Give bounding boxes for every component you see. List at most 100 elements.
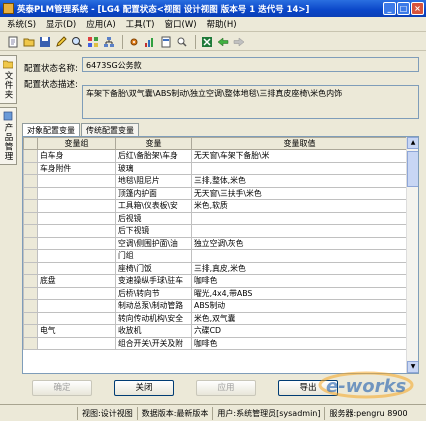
row-number-cell[interactable] [23,236,38,250]
config-name-field[interactable]: 6473SG公务款 [82,57,419,72]
table-row[interactable]: 后视镜 [23,211,408,225]
row-number-cell[interactable] [23,224,38,238]
menu-system[interactable]: 系统(S) [2,18,41,30]
row-number-cell[interactable] [23,261,38,275]
edit-icon[interactable] [54,35,68,49]
table-row[interactable]: 后桥\转向节 曜光,4x4,带ABS [23,286,408,300]
variable-value-cell[interactable]: 三排,真皮,米色 [191,261,408,275]
chart-icon[interactable] [143,35,157,49]
variable-value-cell[interactable]: 无天窗\三扶手\米色 [191,186,408,200]
variable-cell[interactable]: 空调\侧围护面\油 [115,236,192,250]
variable-cell[interactable]: 转向传动机构\安全 [115,311,192,325]
menu-help[interactable]: 帮助(H) [202,18,242,30]
report-icon[interactable] [159,35,173,49]
column-header-value[interactable]: 变量取值 [191,137,408,150]
variable-cell[interactable]: 工具箱\仪表板\安 [115,199,192,213]
open-folder-icon[interactable] [22,35,36,49]
scroll-up-icon[interactable]: ▲ [407,137,418,149]
tab-object-config-vars[interactable]: 对象配置变量 [22,123,80,136]
menu-display[interactable]: 显示(D) [41,18,81,30]
variable-group-cell[interactable] [37,336,116,350]
row-number-cell[interactable] [23,336,38,350]
close-button[interactable]: 关闭 [114,380,174,396]
variable-cell[interactable]: 组合开关\开关及附 [115,336,192,350]
variable-value-cell[interactable]: ABS制动 [191,299,408,313]
table-row[interactable]: 白车身 后红\备胎架\车身 无天窗\车架下备胎\米 [23,149,408,163]
close-window-button[interactable]: × [411,2,424,15]
config-desc-field[interactable]: 车架下备胎\双气囊\ABS制动\独立空调\整体地毯\三排真皮座椅\米色内饰 [82,85,419,119]
row-number-cell[interactable] [23,311,38,325]
excel-icon[interactable] [200,35,214,49]
row-number-cell[interactable] [23,324,38,338]
table-row[interactable]: 制动总泵\制动管路 ABS制动 [23,299,408,313]
table-row[interactable]: 座椅\门饭 三排,真皮,米色 [23,261,408,275]
row-number-cell[interactable] [23,186,38,200]
variable-group-cell[interactable] [37,186,116,200]
table-row[interactable]: 转向传动机构\安全 米色,双气囊 [23,311,408,325]
variable-value-cell[interactable]: 三排,整体,米色 [191,174,408,188]
scroll-thumb[interactable] [407,151,418,187]
save-icon[interactable] [38,35,52,49]
grid-icon[interactable] [86,35,100,49]
variable-cell[interactable]: 门组 [115,249,192,263]
find-icon[interactable] [175,35,189,49]
forward-arrow-icon[interactable] [232,35,246,49]
variable-group-cell[interactable] [37,286,116,300]
ok-button[interactable]: 确定 [32,380,92,396]
row-number-cell[interactable] [23,199,38,213]
row-number-cell[interactable] [23,249,38,263]
column-header-group[interactable]: 变量组 [37,137,116,150]
variable-cell[interactable]: 后桥\转向节 [115,286,192,300]
row-number-cell[interactable] [23,174,38,188]
table-row[interactable]: 门组 [23,249,408,263]
row-number-cell[interactable] [23,149,38,163]
variable-value-cell[interactable] [191,224,408,238]
variable-cell[interactable]: 收放机 [115,324,192,338]
row-number-cell[interactable] [23,161,38,175]
variable-value-cell[interactable]: 米色,双气囊 [191,311,408,325]
variable-group-cell[interactable] [37,299,116,313]
menu-window[interactable]: 窗口(W) [160,18,202,30]
variable-cell[interactable]: 后下视镜 [115,224,192,238]
search-icon[interactable] [70,35,84,49]
structure-icon[interactable] [102,35,116,49]
variable-value-cell[interactable]: 独立空调\灰色 [191,236,408,250]
variable-group-cell[interactable] [37,211,116,225]
variable-group-cell[interactable]: 底盘 [37,274,116,288]
title-bar[interactable]: 英泰PLM管理系统 - [LG4 配置状态<视图 设计视图 版本号 1 迭代号 … [0,0,426,17]
settings-icon[interactable] [127,35,141,49]
variable-value-cell[interactable]: 咖啡色 [191,336,408,350]
variable-value-cell[interactable] [191,211,408,225]
variable-group-cell[interactable] [37,199,116,213]
variable-group-cell[interactable] [37,224,116,238]
variable-cell[interactable]: 座椅\门饭 [115,261,192,275]
variable-group-cell[interactable]: 白车身 [37,149,116,163]
variable-cell[interactable]: 后视镜 [115,211,192,225]
table-row[interactable]: 底盘 变速操纵手球\驻车 咖啡色 [23,274,408,288]
variable-value-cell[interactable] [191,249,408,263]
tab-traditional-config-vars[interactable]: 传统配置变量 [81,123,139,136]
variable-group-cell[interactable] [37,261,116,275]
table-row[interactable]: 工具箱\仪表板\安 米色,软质 [23,199,408,213]
variable-cell[interactable]: 后红\备胎架\车身 [115,149,192,163]
table-row[interactable]: 空调\侧围护面\油 独立空调\灰色 [23,236,408,250]
table-row[interactable]: 组合开关\开关及附 咖啡色 [23,336,408,350]
variable-group-cell[interactable]: 车身附件 [37,161,116,175]
variable-value-cell[interactable]: 六碟CD [191,324,408,338]
variable-group-cell[interactable] [37,236,116,250]
back-arrow-icon[interactable] [216,35,230,49]
menu-application[interactable]: 应用(A) [81,18,120,30]
table-row[interactable]: 地毯\阻尼片 三排,整体,米色 [23,174,408,188]
row-number-cell[interactable] [23,211,38,225]
column-header-variable[interactable]: 变量 [115,137,192,150]
row-number-cell[interactable] [23,286,38,300]
table-row[interactable]: 车身附件 玻璃 [23,161,408,175]
menu-tools[interactable]: 工具(T) [121,18,160,30]
variable-cell[interactable]: 玻璃 [115,161,192,175]
variable-value-cell[interactable]: 咖啡色 [191,274,408,288]
apply-button[interactable]: 应用 [196,380,256,396]
variable-group-cell[interactable] [37,311,116,325]
variable-value-cell[interactable]: 无天窗\车架下备胎\米 [191,149,408,163]
variable-cell[interactable]: 顶篷内护面 [115,186,192,200]
row-number-cell[interactable] [23,299,38,313]
